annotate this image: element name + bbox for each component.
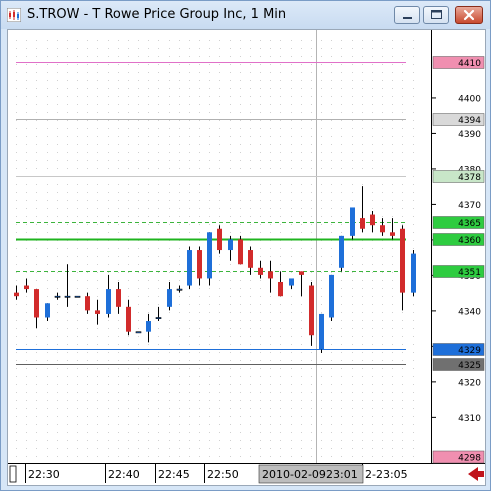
candle-body[interactable] [268, 271, 273, 279]
candle-body[interactable] [329, 274, 334, 318]
candle-body[interactable] [258, 267, 263, 275]
candle-body[interactable] [146, 321, 151, 332]
candle-body[interactable] [217, 228, 222, 251]
chart-window: S.TROW - T Rowe Price Group Inc, 1 Min 4… [0, 0, 491, 491]
chart-app-icon [7, 8, 21, 22]
candle-body[interactable] [85, 296, 90, 311]
candle-body[interactable] [299, 271, 304, 275]
level-tag-label: 4360 [458, 236, 481, 246]
crosshair-date: 2010-02-09 [262, 468, 326, 481]
candle-body[interactable] [248, 250, 253, 268]
level-tag-label: 4378 [458, 173, 481, 183]
candle-body[interactable] [155, 317, 162, 319]
candle-body[interactable] [411, 253, 416, 293]
maximize-button[interactable] [423, 6, 449, 24]
close-icon [463, 9, 475, 21]
candle-body[interactable] [24, 285, 29, 290]
maximize-icon [431, 10, 442, 19]
candle-body[interactable] [238, 239, 243, 265]
time-tick-label: 2-23:05 [365, 468, 408, 481]
minimize-icon [403, 17, 412, 19]
candle-body[interactable] [197, 250, 202, 279]
time-tick-label: 22:45 [158, 468, 190, 481]
candle-body[interactable] [360, 218, 365, 229]
price-tick-label: 4320 [458, 378, 481, 388]
level-tag-label: 4394 [458, 116, 481, 126]
price-tick-label: 4310 [458, 414, 481, 424]
candle-body[interactable] [289, 278, 294, 286]
candle-body[interactable] [167, 289, 172, 307]
candle-body[interactable] [74, 295, 81, 298]
candle-body[interactable] [228, 239, 233, 251]
candle-body[interactable] [106, 289, 111, 314]
level-tag-label: 4410 [458, 59, 481, 69]
price-tick-label: 4340 [458, 307, 481, 317]
candle-body[interactable] [135, 331, 142, 334]
candle-body[interactable] [319, 313, 324, 350]
time-tick-label: 22:40 [108, 468, 140, 481]
price-tick-label: 4370 [458, 201, 481, 211]
price-tick-label: 4390 [458, 130, 481, 140]
candle-body[interactable] [400, 228, 405, 293]
candle-body[interactable] [309, 285, 314, 336]
title-bar[interactable]: S.TROW - T Rowe Price Group Inc, 1 Min [1, 1, 490, 29]
price-tick-label: 4400 [458, 94, 481, 104]
chart-area[interactable]: 4400439043804370436043504340433043204310… [7, 29, 486, 486]
close-button[interactable] [455, 6, 483, 24]
candle-body[interactable] [370, 214, 375, 226]
candle-body[interactable] [126, 306, 131, 332]
candle-body[interactable] [64, 295, 71, 298]
level-tag-label: 4329 [458, 346, 481, 356]
candle-body[interactable] [14, 292, 19, 297]
window-title: S.TROW - T Rowe Price Group Inc, 1 Min [27, 7, 287, 22]
candle-body[interactable] [350, 207, 355, 236]
candle-body[interactable] [207, 232, 212, 279]
candle-body[interactable] [380, 225, 385, 233]
time-tick-label: 22:30 [28, 468, 60, 481]
candle-body[interactable] [339, 235, 344, 268]
candle-body[interactable] [116, 289, 121, 307]
crosshair-time: 23:01 [326, 468, 358, 481]
level-tag-label: 4325 [458, 361, 481, 371]
candle-body[interactable] [45, 303, 50, 318]
candle-body[interactable] [390, 232, 395, 236]
candle-body[interactable] [34, 289, 39, 318]
level-tag-label: 4351 [458, 268, 481, 278]
candlestick-chart[interactable]: 4400439043804370436043504340433043204310… [8, 30, 485, 485]
candle-body[interactable] [278, 281, 283, 297]
candle-body[interactable] [187, 250, 192, 286]
candle-body[interactable] [54, 295, 61, 298]
level-tag-label: 4365 [458, 219, 481, 229]
candle-body[interactable] [95, 310, 100, 314]
level-tag-label: 4298 [458, 454, 481, 464]
time-tick-label: 22:50 [207, 468, 239, 481]
candle-body[interactable] [176, 288, 183, 291]
minimize-button[interactable] [394, 6, 420, 24]
time-scroll-marker[interactable] [9, 465, 17, 483]
